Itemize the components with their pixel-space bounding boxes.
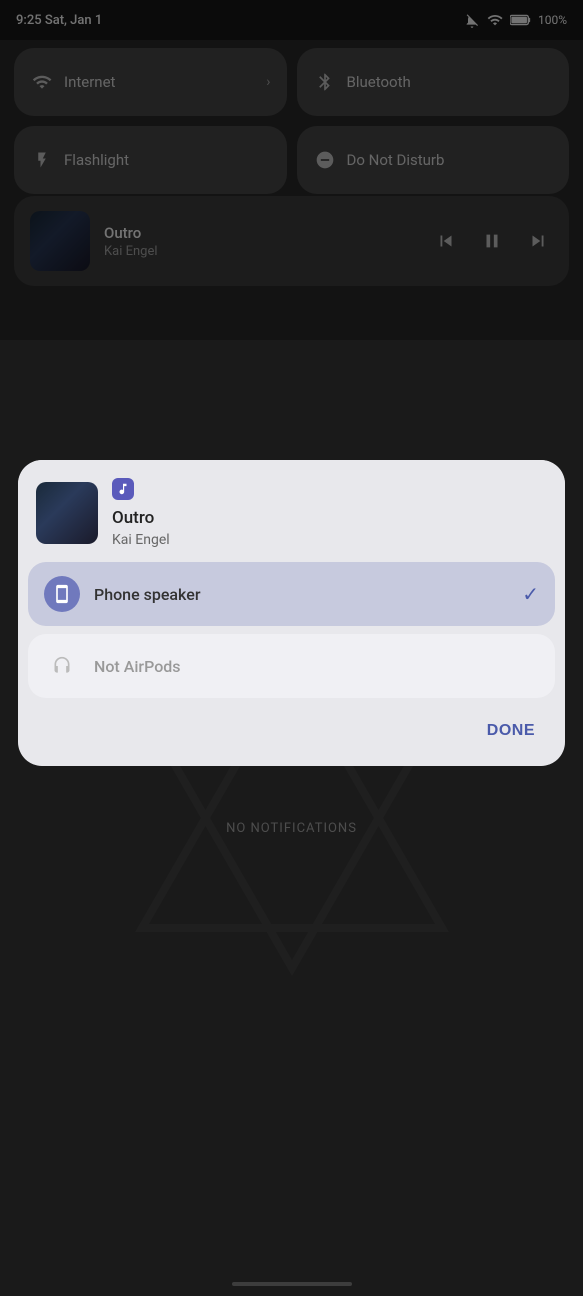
audio-option-phone-speaker[interactable]: Phone speaker ✓ bbox=[28, 562, 555, 626]
modal-song-artist: Kai Engel bbox=[112, 532, 170, 548]
audio-selected-check: ✓ bbox=[522, 582, 539, 606]
airpods-icon-bg bbox=[44, 648, 80, 684]
modal-footer: DONE bbox=[18, 708, 565, 766]
audio-output-modal: Outro Kai Engel Phone speaker ✓ Not AirP… bbox=[18, 460, 565, 766]
audio-options-list: Phone speaker ✓ Not AirPods bbox=[18, 562, 565, 708]
modal-song-info: Outro Kai Engel bbox=[112, 478, 170, 548]
modal-header: Outro Kai Engel bbox=[18, 460, 565, 562]
phone-speaker-label: Phone speaker bbox=[94, 585, 200, 604]
modal-song-title: Outro bbox=[112, 508, 170, 528]
phone-speaker-icon-bg bbox=[44, 576, 80, 612]
done-button[interactable]: DONE bbox=[475, 714, 547, 748]
audio-option-not-airpods[interactable]: Not AirPods bbox=[28, 634, 555, 698]
modal-app-icon bbox=[112, 478, 134, 500]
modal-thumbnail bbox=[36, 482, 98, 544]
not-airpods-label: Not AirPods bbox=[94, 657, 181, 676]
